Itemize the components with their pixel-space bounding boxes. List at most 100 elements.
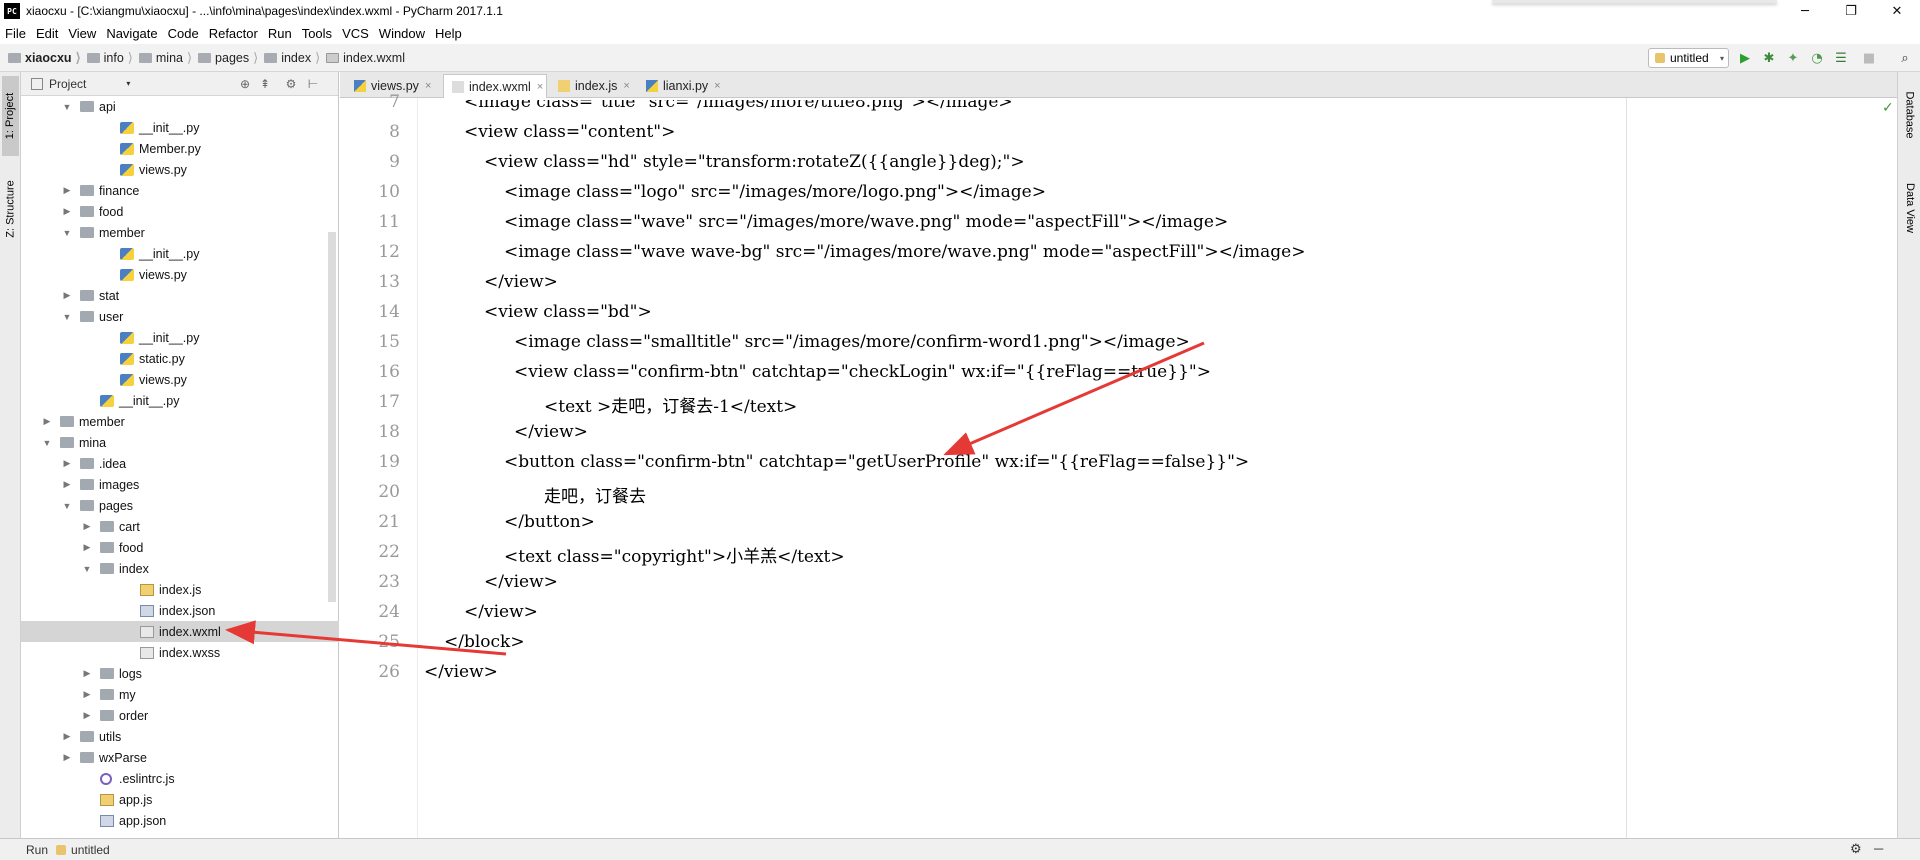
menu-edit[interactable]: Edit <box>31 26 63 41</box>
close-icon[interactable]: × <box>714 80 720 92</box>
code-line[interactable]: <view class="confirm-btn" catchtap="chec… <box>514 362 1211 382</box>
maximize-button[interactable]: ❐ <box>1828 0 1874 22</box>
expanded-arrow-icon[interactable]: ▼ <box>82 564 92 574</box>
breadcrumb-item[interactable]: mina ⟩ <box>138 50 198 66</box>
stop-icon[interactable]: ■ <box>1860 49 1878 67</box>
tree-item[interactable]: ▶ food <box>21 201 339 222</box>
tree-item[interactable]: ▼ index <box>21 558 339 579</box>
editor-tab[interactable]: index.js × <box>550 74 635 98</box>
menu-file[interactable]: File <box>0 26 31 41</box>
code-line[interactable]: </button> <box>504 512 595 532</box>
code-line[interactable]: 走吧，订餐去 <box>544 482 646 507</box>
project-tool-tab[interactable]: 1: Project <box>2 76 19 156</box>
code-line[interactable]: <image class="smalltitle" src="/images/m… <box>514 332 1190 352</box>
expanded-arrow-icon[interactable]: ▼ <box>62 501 72 511</box>
tree-item[interactable]: index.json <box>21 600 339 621</box>
breadcrumb-item[interactable]: info ⟩ <box>86 50 139 66</box>
tree-item[interactable]: .eslintrc.js <box>21 768 339 789</box>
editor-tab[interactable]: index.wxml × <box>443 74 547 99</box>
menu-vcs[interactable]: VCS <box>337 26 374 41</box>
breadcrumb-item[interactable]: index ⟩ <box>264 50 326 66</box>
menu-code[interactable]: Code <box>163 26 204 41</box>
project-panel-title[interactable]: Project <box>49 77 86 91</box>
tree-item[interactable]: ▶ cart <box>21 516 339 537</box>
collapsed-arrow-icon[interactable]: ▶ <box>62 731 72 742</box>
collapsed-arrow-icon[interactable]: ▶ <box>82 668 92 679</box>
code-line[interactable]: </view> <box>514 422 588 442</box>
code-line[interactable]: <button class="confirm-btn" catchtap="ge… <box>504 452 1249 472</box>
breadcrumb-item[interactable]: index.wxml <box>326 51 405 65</box>
collapsed-arrow-icon[interactable]: ▶ <box>62 185 72 196</box>
tree-item[interactable]: __init__.py <box>21 390 339 411</box>
tree-item[interactable]: ▶ utils <box>21 726 339 747</box>
editor-tab[interactable]: lianxi.py × <box>638 74 728 98</box>
database-tool-tab[interactable]: Database <box>1901 80 1918 150</box>
tree-item[interactable]: index.wxml <box>21 621 339 642</box>
code-line[interactable]: <text >走吧，订餐去-1</text> <box>544 392 797 417</box>
run-config-dropdown[interactable]: untitled ▾ <box>1648 48 1729 68</box>
tree-item[interactable]: ▶ logs <box>21 663 339 684</box>
debug-icon[interactable]: ✱ <box>1760 49 1778 67</box>
build-icon[interactable]: ☰ <box>1832 49 1850 67</box>
scroll-from-source-icon[interactable]: ⊕ <box>237 76 253 92</box>
breadcrumb-item[interactable]: pages ⟩ <box>198 50 264 66</box>
menu-tools[interactable]: Tools <box>297 26 337 41</box>
run-tool-tab[interactable]: Run untitled <box>26 843 110 857</box>
tree-item[interactable]: index.js <box>21 579 339 600</box>
tree-item[interactable]: index.wxss <box>21 642 339 663</box>
tree-item[interactable]: ▶ my <box>21 684 339 705</box>
gear-icon[interactable]: ⚙ <box>1850 841 1862 857</box>
gear-icon[interactable]: ⚙ <box>283 76 299 92</box>
code-line[interactable]: </view> <box>484 572 558 592</box>
tree-item[interactable]: ▼ user <box>21 306 339 327</box>
tree-scrollbar[interactable] <box>328 232 336 602</box>
close-button[interactable]: ✕ <box>1874 0 1920 22</box>
collapsed-arrow-icon[interactable]: ▶ <box>42 416 52 427</box>
collapsed-arrow-icon[interactable]: ▶ <box>82 710 92 721</box>
tree-item[interactable]: ▶ finance <box>21 180 339 201</box>
tree-item[interactable]: ▼ member <box>21 222 339 243</box>
minimize-button[interactable]: ─ <box>1782 0 1828 22</box>
code-line[interactable]: </block> <box>444 632 525 652</box>
code-line[interactable]: <view class="content"> <box>464 122 675 142</box>
close-icon[interactable]: × <box>425 80 431 92</box>
expanded-arrow-icon[interactable]: ▼ <box>62 312 72 322</box>
tree-item[interactable]: views.py <box>21 159 339 180</box>
collapse-all-icon[interactable]: ⇞ <box>257 76 273 92</box>
code-line[interactable]: </view> <box>424 662 498 682</box>
code-line[interactable]: </view> <box>464 602 538 622</box>
tree-item[interactable]: views.py <box>21 264 339 285</box>
expanded-arrow-icon[interactable]: ▼ <box>42 438 52 448</box>
collapsed-arrow-icon[interactable]: ▶ <box>82 542 92 553</box>
profile-icon[interactable]: ◔ <box>1808 49 1826 67</box>
close-icon[interactable]: × <box>537 81 543 93</box>
run-coverage-icon[interactable]: ✦ <box>1784 49 1802 67</box>
code-line[interactable]: <text class="copyright">小羊羔</text> <box>504 542 845 567</box>
menu-window[interactable]: Window <box>374 26 430 41</box>
code-line[interactable]: <view class="bd"> <box>484 302 652 322</box>
tree-item[interactable]: ▼ mina <box>21 432 339 453</box>
tree-item[interactable]: ▼ api <box>21 96 339 117</box>
tree-item[interactable]: __init__.py <box>21 243 339 264</box>
run-icon[interactable]: ▶ <box>1736 49 1754 67</box>
collapsed-arrow-icon[interactable]: ▶ <box>62 458 72 469</box>
tree-item[interactable]: Member.py <box>21 138 339 159</box>
tree-item[interactable]: ▶ member <box>21 411 339 432</box>
code-line[interactable]: <image class="logo" src="/images/more/lo… <box>504 182 1046 202</box>
data-view-tool-tab[interactable]: Data View <box>1901 168 1918 248</box>
hide-panel-icon[interactable]: ⊢ <box>305 76 321 92</box>
expanded-arrow-icon[interactable]: ▼ <box>62 102 72 112</box>
tree-item[interactable]: __init__.py <box>21 327 339 348</box>
expanded-arrow-icon[interactable]: ▼ <box>62 228 72 238</box>
tree-item[interactable]: ▶ wxParse <box>21 747 339 768</box>
tree-item[interactable]: ▶ .idea <box>21 453 339 474</box>
tree-item[interactable]: __init__.py <box>21 117 339 138</box>
menu-refactor[interactable]: Refactor <box>204 26 263 41</box>
tree-item[interactable]: ▶ stat <box>21 285 339 306</box>
collapsed-arrow-icon[interactable]: ▶ <box>62 752 72 763</box>
tree-item[interactable]: views.py <box>21 369 339 390</box>
code-line[interactable]: <view class="hd" style="transform:rotate… <box>484 152 1025 172</box>
collapsed-arrow-icon[interactable]: ▶ <box>62 479 72 490</box>
code-line[interactable]: </view> <box>484 272 558 292</box>
tree-item[interactable]: ▶ images <box>21 474 339 495</box>
